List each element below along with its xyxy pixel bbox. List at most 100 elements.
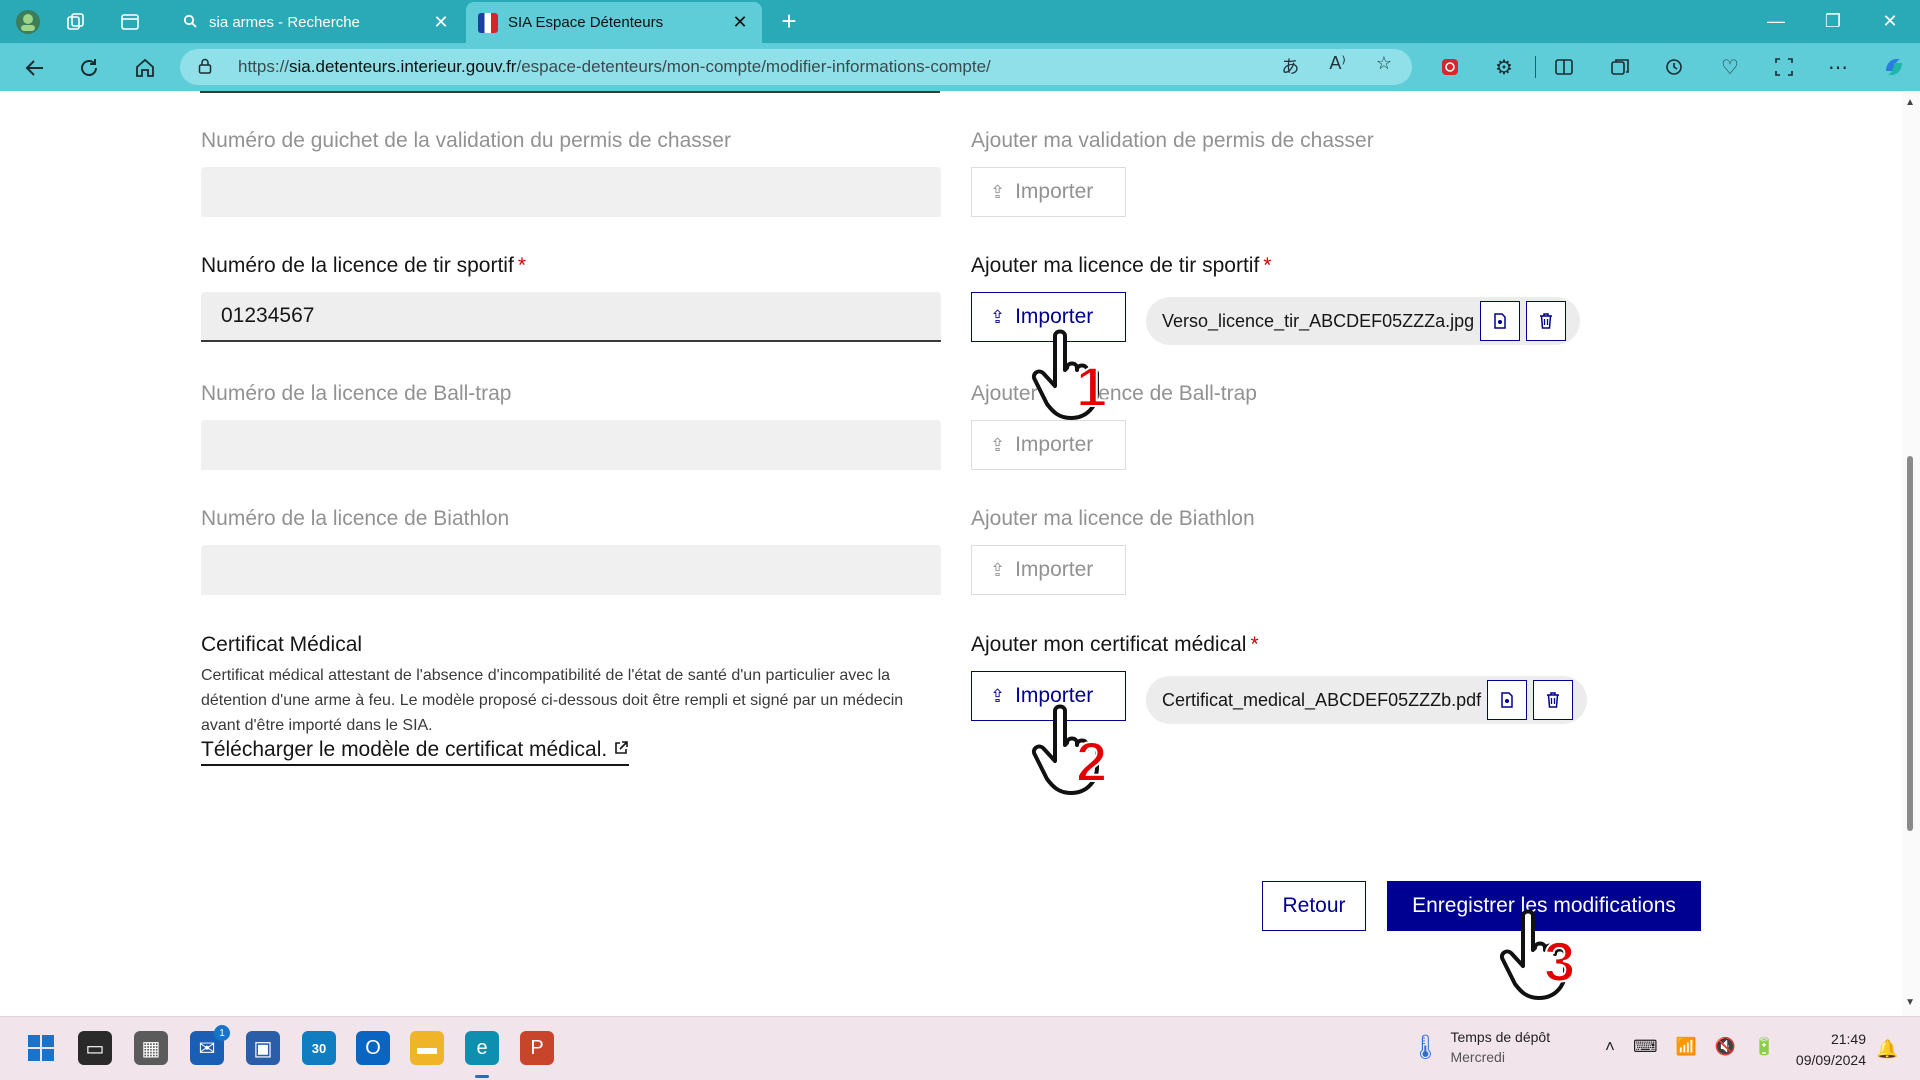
external-link-icon xyxy=(613,738,629,761)
import-label: Importer xyxy=(1015,180,1094,203)
guichet-import-button[interactable]: ⇪ Importer xyxy=(971,167,1126,217)
browser-tab-bar: sia armes - Recherche ✕ SIA Espace Déten… xyxy=(0,0,1920,43)
scrollbar-thumb[interactable] xyxy=(1907,456,1913,831)
tab-actions-icon[interactable] xyxy=(116,8,144,36)
certificat-upload-label-text: Ajouter mon certificat médical xyxy=(971,633,1247,656)
home-icon[interactable] xyxy=(130,53,160,83)
upload-icon: ⇪ xyxy=(990,181,1006,202)
split-screen-icon[interactable] xyxy=(1550,53,1578,81)
tir-sportif-upload-label: Ajouter ma licence de tir sportif * xyxy=(971,254,1271,278)
new-tab-button[interactable]: + xyxy=(774,6,804,36)
previous-field-underline xyxy=(200,91,940,93)
refresh-icon[interactable] xyxy=(74,53,104,83)
minimize-icon[interactable]: — xyxy=(1756,6,1796,36)
delete-trash-icon[interactable] xyxy=(1526,301,1567,341)
certificat-upload-label: Ajouter mon certificat médical * xyxy=(971,633,1259,657)
url-host: sia.detenteurs.interieur.gouv.fr xyxy=(289,57,517,76)
extensions-puzzle-icon[interactable]: ⚙ xyxy=(1490,53,1518,81)
tab-recherche[interactable]: sia armes - Recherche ✕ xyxy=(167,2,463,43)
search-icon xyxy=(179,14,201,31)
upload-icon: ⇪ xyxy=(990,685,1006,706)
lock-icon[interactable] xyxy=(198,58,222,77)
calculator-icon[interactable]: ▦ xyxy=(134,1031,168,1065)
tab-title: SIA Espace Détenteurs xyxy=(508,14,664,31)
ball-trap-import-button[interactable]: ⇪ Importer xyxy=(971,420,1126,470)
url-scheme: https:// xyxy=(238,57,290,76)
history-icon[interactable] xyxy=(1660,53,1688,81)
close-icon[interactable]: ✕ xyxy=(431,12,451,33)
chevron-up-icon[interactable]: ˄ xyxy=(1605,1037,1615,1057)
read-aloud-icon[interactable]: A⁾ xyxy=(1329,53,1345,79)
more-menu-icon[interactable]: ⋯ xyxy=(1824,53,1852,81)
tab-title: sia armes - Recherche xyxy=(209,14,360,31)
wifi-icon[interactable]: 📶 xyxy=(1675,1037,1696,1057)
toolbar-separator xyxy=(1535,56,1536,78)
page-scrollbar[interactable]: ▲ ▼ xyxy=(1902,91,1920,1016)
guichet-upload-label: Ajouter ma validation de permis de chass… xyxy=(971,129,1374,152)
favorite-star-icon[interactable]: ☆ xyxy=(1376,53,1392,79)
biathlon-import-button[interactable]: ⇪ Importer xyxy=(971,545,1126,595)
tir-sportif-input[interactable]: 01234567 xyxy=(201,292,941,342)
import-label: Importer xyxy=(1015,558,1094,581)
page-content: Numéro de guichet de la validation du pe… xyxy=(0,91,1920,1016)
import-label: Importer xyxy=(1015,433,1094,456)
step-2-number: 2 xyxy=(1075,729,1108,794)
workspaces-icon[interactable] xyxy=(62,8,90,36)
weather-subtitle: Mercredi xyxy=(1450,1049,1505,1065)
tir-sportif-label-text: Numéro de la licence de tir sportif xyxy=(201,254,514,277)
edge-browser-icon[interactable]: e xyxy=(465,1031,499,1065)
window-close-icon[interactable]: ✕ xyxy=(1870,6,1910,36)
back-button[interactable]: Retour xyxy=(1262,881,1366,931)
keyboard-icon[interactable]: ⌨ xyxy=(1633,1037,1658,1057)
scroll-up-icon[interactable]: ▲ xyxy=(1905,97,1915,108)
preview-file-icon[interactable] xyxy=(1487,680,1528,720)
required-mark: * xyxy=(1263,254,1272,277)
download-model-link-text: Télécharger le modèle de certificat médi… xyxy=(201,738,608,761)
biathlon-input[interactable] xyxy=(201,545,941,595)
back-arrow-icon[interactable] xyxy=(20,53,50,83)
close-icon[interactable]: ✕ xyxy=(730,12,750,33)
windows-taskbar: ▭ ▦ ✉ 1 ▣ 30 O ▬ e P 🌡 Temps de dépôt Mer… xyxy=(0,1016,1920,1080)
ball-trap-input[interactable] xyxy=(201,420,941,470)
biathlon-label: Numéro de la licence de Biathlon xyxy=(201,507,510,530)
required-mark: * xyxy=(517,254,526,277)
preview-file-icon[interactable] xyxy=(1480,301,1521,341)
guichet-input[interactable] xyxy=(201,167,941,217)
task-view-icon[interactable]: ▭ xyxy=(78,1031,112,1065)
upload-icon: ⇪ xyxy=(990,306,1006,327)
restore-icon[interactable]: ❐ xyxy=(1813,6,1853,36)
copilot-icon[interactable] xyxy=(1880,53,1908,81)
calendar-icon[interactable]: 30 xyxy=(302,1031,336,1065)
download-model-link[interactable]: Télécharger le modèle de certificat médi… xyxy=(201,738,630,766)
biathlon-upload-label: Ajouter ma licence de Biathlon xyxy=(971,507,1255,530)
clock-date: 09/09/2024 xyxy=(1795,1052,1866,1068)
mail-icon[interactable]: ✉ 1 xyxy=(190,1025,230,1065)
translate-icon[interactable]: あ xyxy=(1281,53,1299,79)
outlook-icon[interactable]: O xyxy=(356,1031,390,1065)
windows-start-icon[interactable] xyxy=(24,1031,58,1065)
scroll-down-icon[interactable]: ▼ xyxy=(1905,997,1915,1008)
address-bar[interactable]: https://sia.detenteurs.interieur.gouv.fr… xyxy=(180,49,1412,85)
file-name: Verso_licence_tir_ABCDEF05ZZZa.jpg xyxy=(1162,310,1475,331)
url-path: /espace-detenteurs/mon-compte/modifier-i… xyxy=(516,57,991,76)
screenshot-icon[interactable] xyxy=(1770,53,1798,81)
powerpoint-icon[interactable]: P xyxy=(520,1031,554,1065)
tir-sportif-label: Numéro de la licence de tir sportif * xyxy=(201,254,526,278)
tab-sia-espace[interactable]: SIA Espace Détenteurs ✕ xyxy=(466,2,762,43)
file-explorer-icon[interactable]: ▬ xyxy=(410,1031,444,1065)
weather-widget[interactable]: 🌡 Temps de dépôt Mercredi xyxy=(1410,1027,1550,1067)
upload-icon: ⇪ xyxy=(990,559,1006,580)
file-name: Certificat_medical_ABCDEF05ZZZb.pdf xyxy=(1162,689,1482,710)
extension-shield-icon[interactable] xyxy=(1436,53,1464,81)
certificat-title: Certificat Médical xyxy=(201,633,363,656)
volume-muted-icon[interactable]: 🔇 xyxy=(1715,1037,1736,1057)
required-mark: * xyxy=(1250,633,1259,656)
collections-icon[interactable] xyxy=(1606,53,1634,81)
performance-heart-icon[interactable]: ♡ xyxy=(1716,53,1744,81)
notification-badge: 1 xyxy=(214,1025,230,1041)
notification-bell-icon[interactable]: 🔔 xyxy=(1876,1039,1898,1060)
photos-icon[interactable]: ▣ xyxy=(246,1031,280,1065)
profile-avatar-icon[interactable] xyxy=(14,8,42,36)
clock[interactable]: 21:49 09/09/2024 xyxy=(1770,1029,1866,1071)
delete-trash-icon[interactable] xyxy=(1533,680,1574,720)
